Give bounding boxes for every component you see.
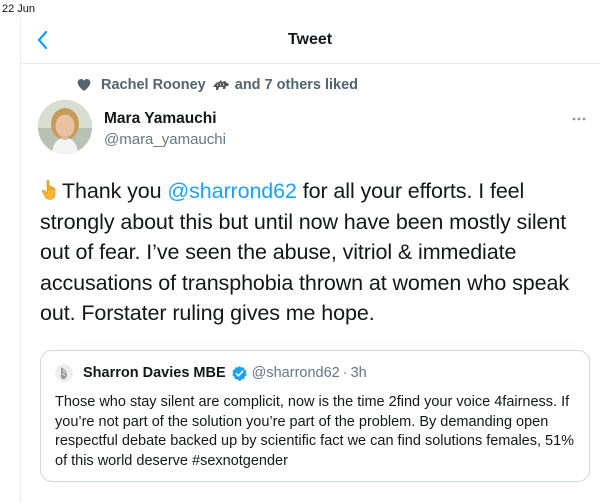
- quoted-avatar-icon: [55, 364, 73, 382]
- pointing-down-icon: [42, 179, 56, 200]
- page-title: Tweet: [287, 31, 333, 48]
- animal-emoji-icon: [212, 80, 229, 90]
- quoted-separator: ·: [342, 365, 348, 381]
- social-context[interactable]: Rachel Rooney and 7 others liked: [76, 76, 358, 94]
- author-handle[interactable]: @mara_yamauchi: [104, 131, 226, 148]
- status-bar-time: 22 Jun: [2, 3, 36, 15]
- tweet-text-start: Thank you: [62, 179, 168, 203]
- tweet-header: Tweet: [20, 18, 600, 64]
- avatar[interactable]: [38, 100, 92, 154]
- tweet-text: Thank you @sharrond62 for all your effor…: [40, 176, 590, 329]
- liked-count-text: and 7 others liked: [234, 77, 359, 93]
- quoted-timestamp[interactable]: 3h: [351, 365, 367, 381]
- liker-name[interactable]: Rachel Rooney: [101, 77, 206, 93]
- mention-link[interactable]: @sharrond62: [167, 179, 297, 203]
- quoted-author-name[interactable]: Sharron Davies MBE: [83, 365, 226, 381]
- quoted-tweet[interactable]: Sharron Davies MBE @sharrond62 · 3h Thos…: [40, 350, 590, 482]
- more-options-icon[interactable]: [571, 111, 587, 127]
- verified-badge-icon: [231, 365, 247, 381]
- quoted-tweet-text: Those who stay silent are complicit, now…: [55, 394, 575, 469]
- heart-icon: [77, 79, 91, 91]
- avatar-photo-icon: [38, 100, 92, 154]
- quoted-tweet-header: Sharron Davies MBE @sharrond62 · 3h: [55, 363, 367, 383]
- author-name[interactable]: Mara Yamauchi: [104, 110, 217, 128]
- quoted-author-handle[interactable]: @sharrond62: [252, 365, 340, 381]
